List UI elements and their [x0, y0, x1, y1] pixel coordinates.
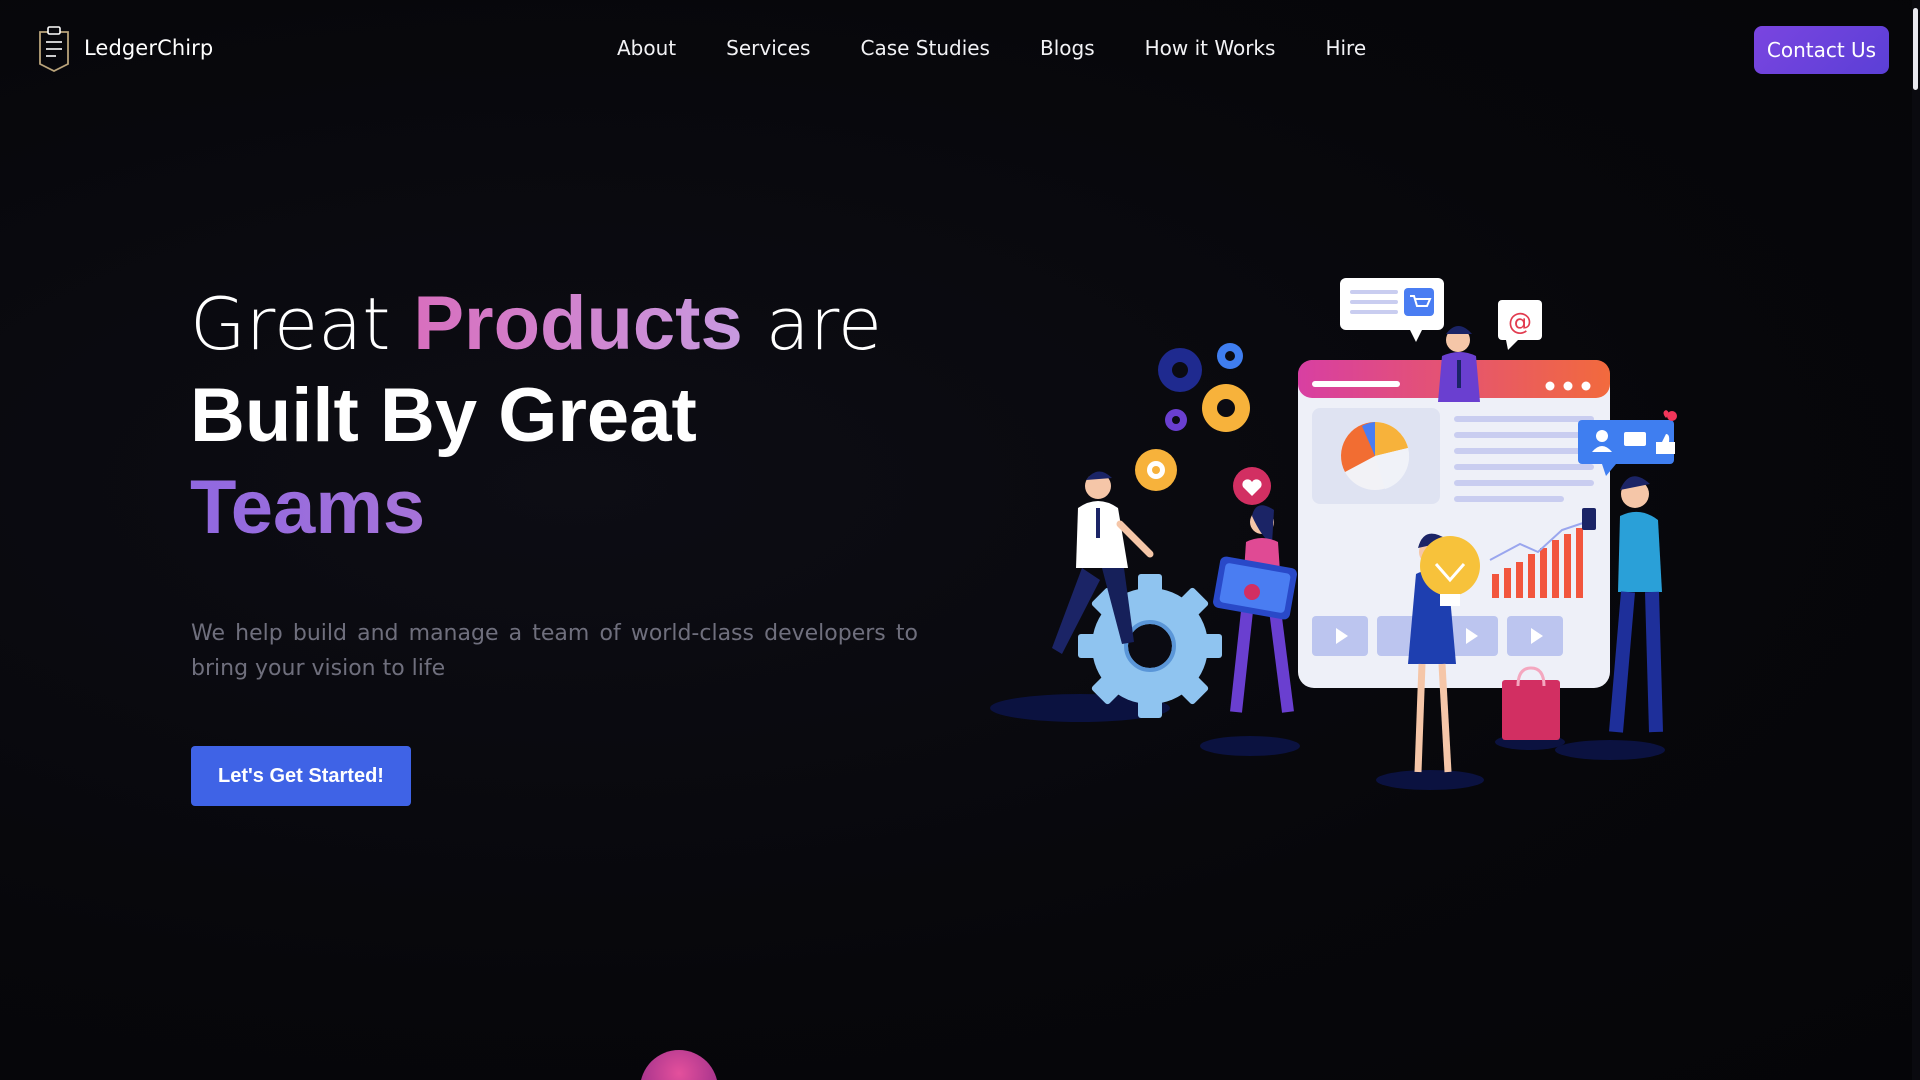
hero-heading-line-1: Great Products are — [190, 278, 950, 370]
decorative-orb — [640, 1050, 718, 1080]
hero-heading: Great Products are Built By Great Teams — [190, 278, 950, 554]
landing-page: LedgerChirp About Services Case Studies … — [0, 0, 1920, 1080]
top-navbar: LedgerChirp About Services Case Studies … — [0, 0, 1920, 100]
hero-heading-are: are — [742, 282, 883, 366]
nav-item-how-it-works[interactable]: How it Works — [1145, 36, 1276, 60]
nav-item-case-studies[interactable]: Case Studies — [860, 36, 990, 60]
brand-logo-link[interactable]: LedgerChirp — [32, 24, 213, 72]
main-nav: About Services Case Studies Blogs How it… — [617, 36, 1366, 60]
brand-name: LedgerChirp — [84, 36, 214, 60]
nav-item-about[interactable]: About — [617, 36, 676, 60]
hero-heading-products: Products — [413, 281, 743, 366]
get-started-button[interactable]: Let's Get Started! — [191, 746, 411, 806]
hero-heading-line-2: Built By Great — [190, 373, 697, 458]
hero-heading-great: Great — [190, 282, 414, 366]
nav-item-blogs[interactable]: Blogs — [1040, 36, 1095, 60]
nav-item-services[interactable]: Services — [726, 36, 810, 60]
team-illustration: @ — [990, 278, 1677, 790]
clipboard-badge-icon — [39, 26, 69, 72]
svg-text:@: @ — [1508, 308, 1532, 336]
hero-subtitle: We help build and manage a team of world… — [191, 621, 918, 681]
hero-heading-line-3: Teams — [190, 462, 950, 554]
contact-us-button[interactable]: Contact Us — [1754, 26, 1889, 74]
scrollbar-track[interactable] — [1912, 0, 1920, 1080]
nav-item-hire[interactable]: Hire — [1325, 36, 1366, 60]
scrollbar-thumb[interactable] — [1913, 8, 1918, 90]
